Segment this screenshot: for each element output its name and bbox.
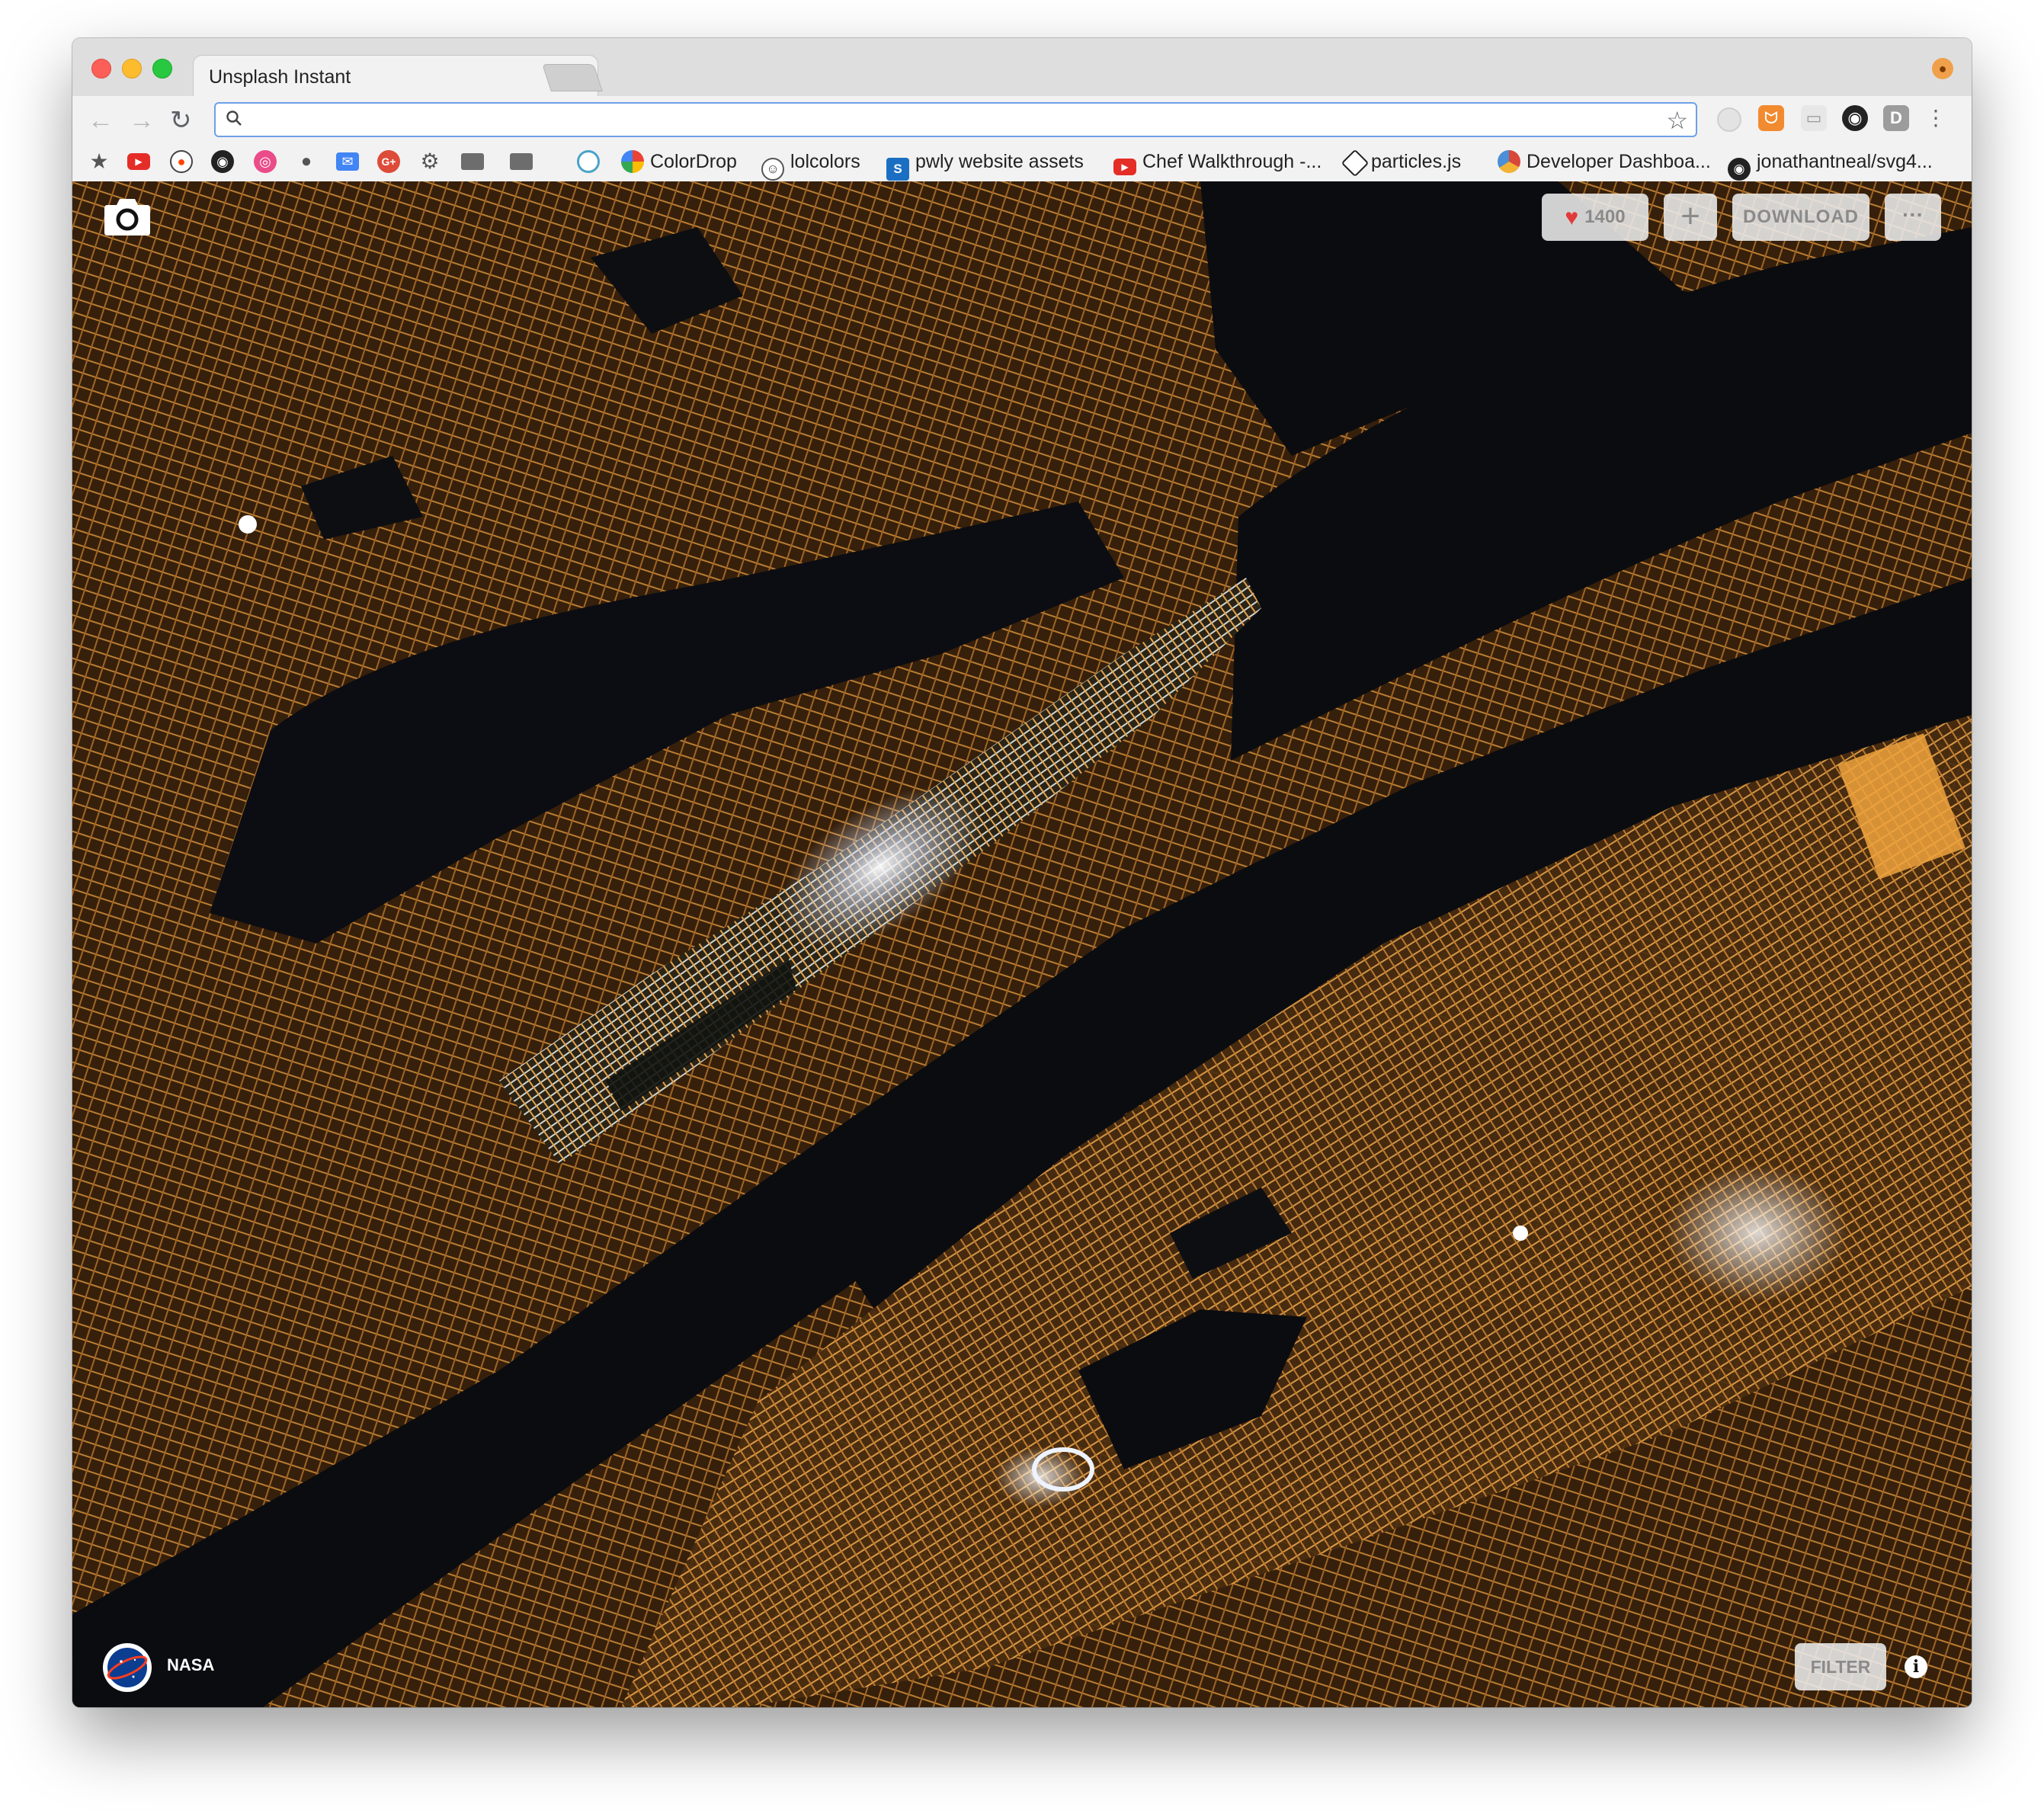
photo-viewport: ♥ 1400 + DOWNLOAD ··· NASA FILTER i	[72, 181, 1972, 1707]
sharepoint-icon: S	[886, 158, 909, 181]
heart-icon: ♥	[1565, 205, 1579, 230]
back-arrow-icon[interactable]: ←	[88, 107, 114, 134]
more-options-button[interactable]: ···	[1885, 194, 1941, 241]
profile-icon[interactable]: ●	[1932, 58, 1953, 79]
tab-title: Unsplash Instant	[209, 66, 351, 88]
like-count: 1400	[1584, 207, 1626, 227]
screenshot-extension-icon[interactable]: ▭	[1801, 105, 1827, 131]
folder-icon[interactable]	[510, 153, 533, 170]
cat-extension-icon[interactable]: ᗢ	[1758, 105, 1784, 131]
bookmark-pwly[interactable]: Spwly website assets	[886, 148, 1084, 181]
d-extension-icon[interactable]: D	[1883, 105, 1909, 131]
colordrop-icon	[621, 150, 644, 173]
chrome-icon[interactable]	[577, 150, 600, 173]
chrome-menu-icon[interactable]: ⋮	[1923, 105, 1949, 131]
bookmark-chef[interactable]: ▶ Chef Walkthrough -...	[1113, 148, 1322, 175]
browser-window: Unsplash Instant × ● ← → ↻ ☆ ᗢ ▭ ◉ D ⋮ ★…	[72, 38, 1972, 1707]
camera-icon[interactable]	[103, 194, 152, 237]
reddit-icon[interactable]: ●	[170, 150, 193, 173]
add-to-collection-button[interactable]: +	[1664, 194, 1717, 241]
youtube-icon[interactable]: ▶	[127, 153, 150, 170]
bookmark-colordrop[interactable]: ColorDrop	[621, 148, 737, 175]
nasa-logo-icon	[107, 1648, 148, 1687]
bookmark-particles[interactable]: particles.js	[1341, 148, 1461, 178]
dribbble-icon[interactable]: ◎	[254, 150, 277, 173]
tab-strip: Unsplash Instant × ●	[72, 38, 1972, 98]
reload-icon[interactable]: ↻	[170, 107, 192, 134]
browser-toolbar: ← → ↻ ☆ ᗢ ▭ ◉ D ⋮ ★ ▶ ● ◉ ◎ ● ✉ G+ ⚙ Col…	[72, 96, 1972, 182]
star-icon[interactable]: ★	[88, 150, 111, 173]
city-night-photo	[72, 181, 1972, 1707]
bookmarks-bar: ★ ▶ ● ◉ ◎ ● ✉ G+ ⚙ ColorDrop ☺ lolcolors …	[72, 143, 1972, 181]
address-input[interactable]	[254, 108, 1644, 133]
bookmark-lolcolors[interactable]: ☺ lolcolors	[761, 148, 860, 181]
download-button[interactable]: DOWNLOAD	[1732, 194, 1869, 241]
github-icon: ◉	[1728, 158, 1751, 181]
bookmark-developer-dashboard[interactable]: Developer Dashboa...	[1498, 148, 1711, 175]
author-name[interactable]: NASA	[167, 1655, 214, 1675]
new-tab-button[interactable]	[542, 64, 603, 91]
apple-icon[interactable]: ●	[295, 150, 318, 173]
search-icon	[225, 109, 243, 133]
bookmark-svg4everybody[interactable]: ◉ jonathantneal/svg4...	[1728, 148, 1933, 181]
google-plus-icon[interactable]: G+	[377, 150, 400, 173]
address-bar[interactable]: ☆	[214, 102, 1697, 137]
forward-arrow-icon[interactable]: →	[129, 107, 155, 134]
codepen-icon	[1341, 149, 1370, 178]
bookmark-star-icon[interactable]: ☆	[1666, 106, 1688, 135]
github-icon[interactable]: ◉	[211, 150, 234, 173]
info-icon[interactable]: i	[1905, 1655, 1927, 1678]
folder-icon[interactable]	[461, 153, 484, 170]
like-button[interactable]: ♥ 1400	[1542, 194, 1648, 241]
avatar[interactable]	[103, 1643, 152, 1692]
rainbow-icon	[1498, 150, 1520, 173]
record-extension-icon[interactable]	[1717, 107, 1741, 132]
youtube-icon: ▶	[1113, 159, 1136, 175]
gear-icon[interactable]: ⚙	[418, 150, 441, 173]
github-extension-icon[interactable]: ◉	[1842, 105, 1868, 131]
lolcolors-icon: ☺	[761, 158, 784, 181]
window-minimize-button[interactable]	[122, 59, 142, 79]
filter-button[interactable]: FILTER	[1795, 1643, 1886, 1690]
window-maximize-button[interactable]	[152, 59, 172, 79]
inbox-icon[interactable]: ✉	[336, 152, 359, 171]
tab-active[interactable]: Unsplash Instant ×	[193, 55, 598, 98]
window-close-button[interactable]	[91, 59, 111, 79]
